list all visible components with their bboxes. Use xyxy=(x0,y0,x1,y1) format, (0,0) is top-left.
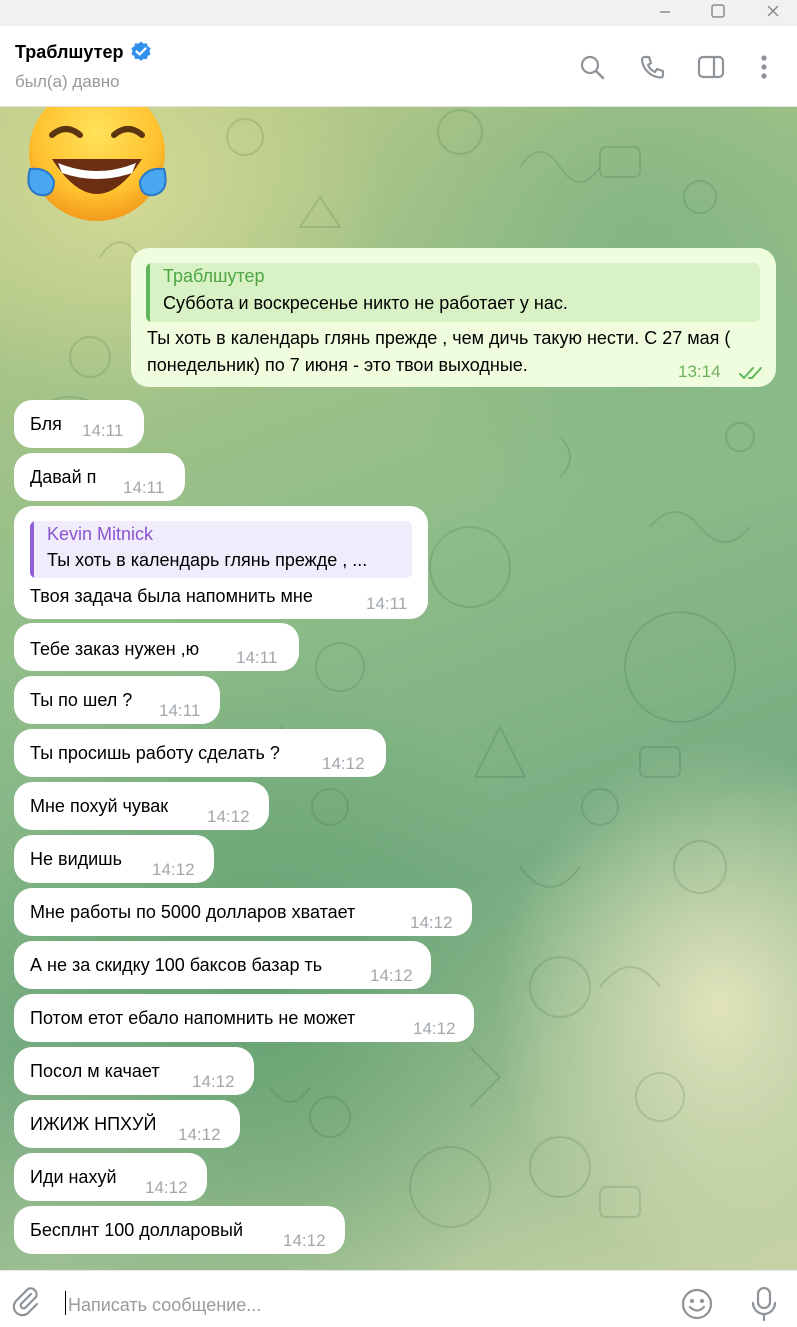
message-text: Тебе заказ нужен ,ю xyxy=(30,639,200,659)
message-text: Ты хоть в календарь глянь прежде , чем д… xyxy=(147,328,731,375)
incoming-message[interactable]: Бесплнт 100 долларовый 14:12 xyxy=(14,1206,345,1254)
message-time: 14:12 xyxy=(192,1072,235,1091)
message-text: Бесплнт 100 долларовый xyxy=(30,1220,244,1240)
message-text: А не за скидку 100 баксов базар ть xyxy=(30,955,323,975)
message-time: 14:12 xyxy=(207,807,250,826)
chat-header[interactable]: Траблшутер был(а) давно xyxy=(0,26,797,107)
microphone-icon[interactable] xyxy=(748,1286,780,1327)
message-text: Потом етот ебало напомнить не может xyxy=(30,1008,356,1028)
chat-area[interactable]: Ты хоть в календарь глянь прежде , чем д… xyxy=(0,107,797,1270)
message-time: 14:12 xyxy=(145,1178,188,1197)
incoming-message[interactable]: Бля 14:11 xyxy=(14,400,144,448)
window-titlebar xyxy=(0,0,797,26)
message-text: Твоя задача была напомнить мне xyxy=(30,586,313,606)
incoming-message[interactable]: Потом етот ебало напомнить не может 14:1… xyxy=(14,994,474,1042)
message-input[interactable] xyxy=(68,1293,628,1317)
attach-icon[interactable] xyxy=(10,1285,42,1322)
message-time: 14:12 xyxy=(413,1019,456,1038)
message-time: 14:12 xyxy=(322,754,365,773)
reply-preview[interactable]: Kevin Mitnick Ты хоть в календарь глянь … xyxy=(30,521,412,578)
message-time: 14:11 xyxy=(82,421,124,440)
incoming-message[interactable]: ИЖИЖ НПХУЙ 14:12 xyxy=(14,1100,240,1148)
incoming-message[interactable]: Не видишь 14:12 xyxy=(14,835,214,883)
message-time: 14:12 xyxy=(370,966,413,985)
minimize-icon[interactable] xyxy=(650,0,680,22)
more-icon[interactable] xyxy=(749,52,779,82)
emoji-icon[interactable] xyxy=(681,1288,713,1325)
message-time: 14:12 xyxy=(283,1231,326,1250)
maximize-icon[interactable] xyxy=(703,0,733,22)
incoming-message[interactable]: Тебе заказ нужен ,ю 14:11 xyxy=(14,623,299,671)
quote-accent-bar xyxy=(146,263,150,322)
incoming-message[interactable]: Ты по шел ? 14:11 xyxy=(14,676,220,724)
incoming-message[interactable]: Мне работы по 5000 долларов хватает 14:1… xyxy=(14,888,472,936)
search-icon[interactable] xyxy=(577,52,607,82)
message-text: Мне работы по 5000 долларов хватает xyxy=(30,902,356,922)
incoming-message[interactable]: Посол м качает 14:12 xyxy=(14,1047,254,1095)
message-text: Посол м качает xyxy=(30,1061,160,1081)
message-text: Бля xyxy=(30,414,62,434)
message-time: 14:11 xyxy=(159,701,201,720)
quoted-message[interactable]: Траблшутер Суббота и воскресенье никто н… xyxy=(146,263,760,322)
incoming-message[interactable]: Давай п 14:11 xyxy=(14,453,185,501)
incoming-message[interactable]: Иди нахуй 14:12 xyxy=(14,1153,207,1201)
message-time: 14:12 xyxy=(152,860,195,879)
message-time: 14:12 xyxy=(178,1125,221,1144)
chat-title[interactable]: Траблшутер xyxy=(15,42,123,63)
laughing-emoji-sticker[interactable] xyxy=(24,107,170,223)
message-composer xyxy=(0,1270,797,1327)
phone-icon[interactable] xyxy=(637,52,667,82)
message-time: 13:14 xyxy=(678,362,721,381)
verified-icon xyxy=(129,40,153,64)
message-text: Иди нахуй xyxy=(30,1167,117,1187)
message-time: 14:12 xyxy=(410,913,453,932)
close-icon[interactable] xyxy=(758,0,788,22)
message-time: 14:11 xyxy=(366,594,408,613)
sidebar-icon[interactable] xyxy=(696,52,726,82)
message-text: Давай п xyxy=(30,467,97,487)
message-text: Мне похуй чувак xyxy=(30,796,169,816)
message-text: ИЖИЖ НПХУЙ xyxy=(30,1114,157,1134)
message-text: Ты по шел ? xyxy=(30,690,133,710)
title-row[interactable]: Траблшутер xyxy=(15,40,153,64)
incoming-message[interactable]: Ты просишь работу сделать ? 14:12 xyxy=(14,729,386,777)
incoming-message[interactable]: А не за скидку 100 баксов базар ть 14:12 xyxy=(14,941,431,989)
text-cursor xyxy=(65,1291,66,1315)
reply-accent-bar xyxy=(30,521,34,578)
quote-author: Траблшутер xyxy=(163,266,265,286)
message-time: 14:11 xyxy=(236,648,278,667)
chat-status: был(а) давно xyxy=(15,72,120,91)
reply-author: Kevin Mitnick xyxy=(47,524,154,544)
incoming-message[interactable]: Мне похуй чувак 14:12 xyxy=(14,782,269,830)
message-text: Не видишь xyxy=(30,849,123,869)
quote-text: Суббота и воскресенье никто не работает … xyxy=(163,293,568,313)
message-text: Ты просишь работу сделать ? xyxy=(30,743,280,763)
reply-text: Ты хоть в календарь глянь прежде , ... xyxy=(47,550,368,570)
read-checkmarks-icon xyxy=(739,367,762,379)
message-time: 14:11 xyxy=(123,478,165,497)
